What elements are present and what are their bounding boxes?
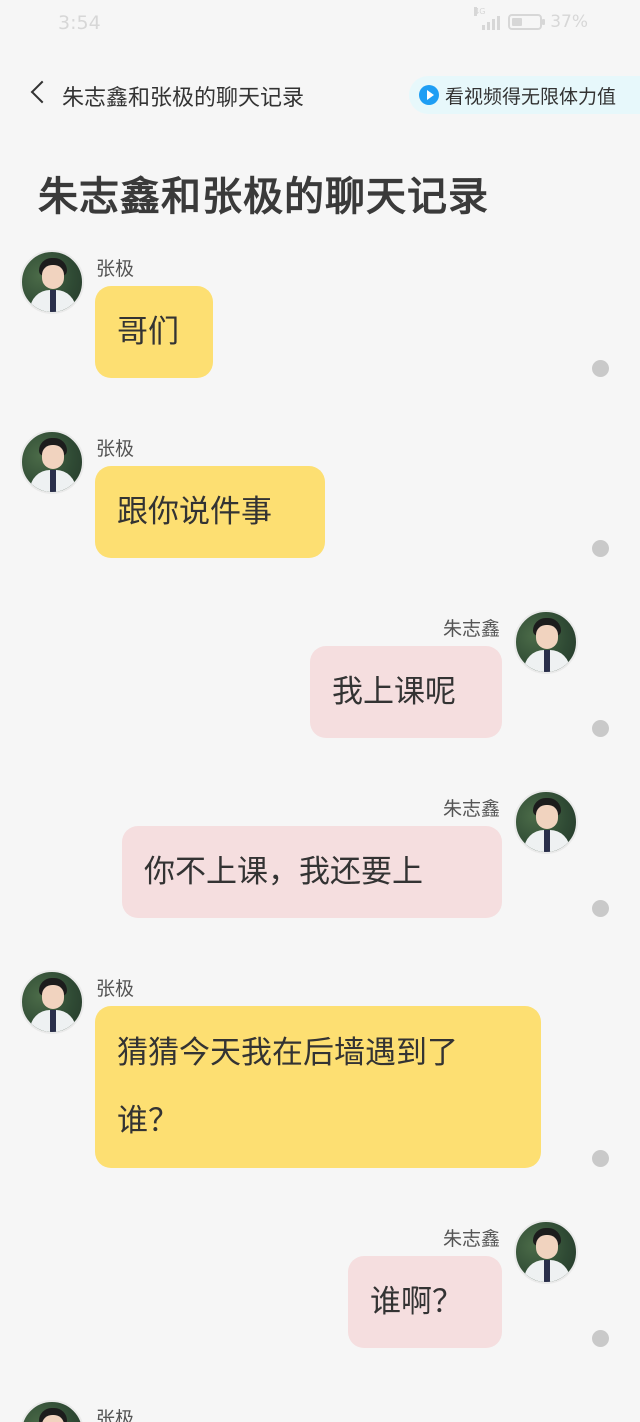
sender-name: 朱志鑫 [442, 798, 500, 820]
avatar[interactable] [514, 610, 578, 674]
status-bar: 3:54 4G 37% [0, 0, 640, 48]
more-dot-icon[interactable] [592, 720, 609, 737]
more-dot-icon[interactable] [592, 360, 609, 377]
signal-icon: 4G [474, 7, 501, 30]
avatar[interactable] [514, 1220, 578, 1284]
play-icon [419, 85, 439, 105]
status-time: 3:54 [58, 12, 101, 34]
watch-video-promo-button[interactable]: 看视频得无限体力值 [409, 76, 640, 114]
more-dot-icon[interactable] [592, 1150, 609, 1167]
page-title: 朱志鑫和张极的聊天记录 [38, 174, 489, 220]
battery-fill [512, 18, 522, 26]
sender-name: 张极 [96, 978, 135, 1000]
network-type: 4G [474, 7, 486, 16]
more-dot-icon[interactable] [592, 1330, 609, 1347]
sender-name: 朱志鑫 [442, 618, 500, 640]
back-arrow-icon[interactable] [30, 80, 54, 104]
avatar[interactable] [20, 970, 84, 1034]
sender-name: 张极 [96, 438, 135, 460]
sender-name: 张极 [96, 258, 135, 280]
nav-bar: 朱志鑫和张极的聊天记录 看视频得无限体力值 [0, 70, 640, 118]
sender-name: 张极 [96, 1408, 135, 1422]
promo-label: 看视频得无限体力值 [445, 85, 617, 108]
status-indicators: 4G 37% [474, 7, 588, 32]
avatar[interactable] [20, 1400, 84, 1422]
battery-icon [508, 14, 546, 30]
avatar[interactable] [20, 430, 84, 494]
message-bubble[interactable]: 谁啊？ [348, 1256, 502, 1348]
message-bubble[interactable]: 跟你说件事 [95, 466, 325, 558]
more-dot-icon[interactable] [592, 540, 609, 557]
sender-name: 朱志鑫 [442, 1228, 500, 1250]
message-bubble[interactable]: 哥们 [95, 286, 213, 378]
avatar[interactable] [514, 790, 578, 854]
message-bubble[interactable]: 猜猜今天我在后墙遇到了谁？ [95, 1006, 541, 1168]
more-dot-icon[interactable] [592, 900, 609, 917]
message-bubble[interactable]: 我上课呢 [310, 646, 502, 738]
message-bubble[interactable]: 你不上课，我还要上 [122, 826, 502, 918]
avatar[interactable] [20, 250, 84, 314]
nav-back-title[interactable]: 朱志鑫和张极的聊天记录 [62, 80, 304, 112]
battery-percent: 37% [550, 12, 588, 32]
